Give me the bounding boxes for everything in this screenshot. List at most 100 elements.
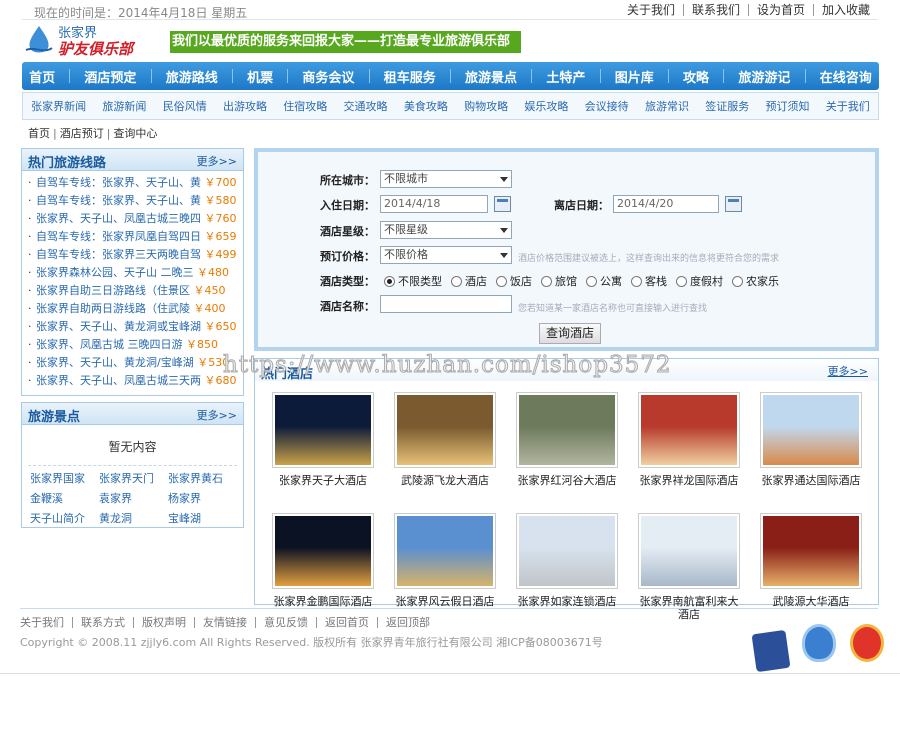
- type-option[interactable]: 饭店: [496, 273, 532, 289]
- route-item[interactable]: 张家界、天子山、黄龙洞/宝峰湖 ￥530: [28, 354, 243, 372]
- hotel-photo[interactable]: [760, 392, 862, 468]
- route-item[interactable]: 张家界自助两日游线路（住武陵 ￥400: [28, 300, 243, 318]
- sub-nav-item[interactable]: 关于我们: [826, 98, 870, 114]
- hotel-name[interactable]: 张家界通达国际酒店: [757, 474, 865, 500]
- main-nav-gallery[interactable]: 图片库: [615, 67, 654, 86]
- hotel-card[interactable]: 武陵源飞龙大酒店: [391, 392, 499, 500]
- city-select[interactable]: 不限城市: [380, 170, 512, 188]
- hotel-photo[interactable]: [272, 513, 374, 589]
- hotel-name-input[interactable]: [380, 295, 512, 313]
- hotel-card[interactable]: 张家界天子大酒店: [269, 392, 377, 500]
- route-item[interactable]: 张家界、凤凰古城 三晚四日游 ￥850: [28, 336, 243, 354]
- sub-nav-item[interactable]: 购物攻略: [464, 98, 508, 114]
- scenic-item[interactable]: 金鞭溪: [30, 490, 99, 507]
- main-nav-travelogue[interactable]: 旅游游记: [738, 67, 790, 86]
- hotel-photo[interactable]: [394, 513, 496, 589]
- scenic-item[interactable]: 杨家界: [168, 490, 237, 507]
- police-badge-icon[interactable]: [751, 629, 791, 673]
- type-option[interactable]: 旅馆: [541, 273, 577, 289]
- route-item[interactable]: 自驾车专线：张家界、天子山、黄 ￥580: [28, 192, 243, 210]
- sub-nav-item[interactable]: 会议接待: [585, 98, 629, 114]
- top-link-set-homepage[interactable]: 设为首页: [747, 4, 813, 16]
- hotel-photo[interactable]: [638, 513, 740, 589]
- hotel-name[interactable]: 张家界祥龙国际酒店: [635, 474, 743, 500]
- scenic-item[interactable]: 黄龙洞: [99, 510, 168, 527]
- sub-nav-item[interactable]: 旅游新闻: [102, 98, 146, 114]
- scenic-item[interactable]: 袁家界: [99, 490, 168, 507]
- route-item[interactable]: 自驾车专线：张家界、天子山、黄 ￥700: [28, 174, 243, 192]
- main-nav-consult[interactable]: 在线咨询: [820, 67, 872, 86]
- sub-nav-item[interactable]: 预订须知: [766, 98, 810, 114]
- hotel-photo[interactable]: [272, 392, 374, 468]
- sub-nav-item[interactable]: 旅游常识: [645, 98, 689, 114]
- main-nav-hotel[interactable]: 酒店预定: [84, 67, 136, 86]
- hotel-photo[interactable]: [516, 392, 618, 468]
- sub-nav-item[interactable]: 住宿攻略: [283, 98, 327, 114]
- main-nav-home[interactable]: 首页: [29, 67, 55, 86]
- footer-link[interactable]: 关于我们: [20, 617, 72, 628]
- type-option[interactable]: 不限类型: [384, 273, 442, 289]
- main-nav-meetings[interactable]: 商务会议: [302, 67, 354, 86]
- hot-routes-more-link[interactable]: 更多>>: [197, 153, 237, 169]
- hotel-card[interactable]: 张家界如家连锁酒店: [513, 513, 621, 621]
- main-nav-scenic[interactable]: 旅游景点: [465, 67, 517, 86]
- search-hotel-button[interactable]: 查询酒店: [539, 323, 601, 344]
- hotel-card[interactable]: 张家界祥龙国际酒店: [635, 392, 743, 500]
- hotel-name[interactable]: 张家界红河谷大酒店: [513, 474, 621, 500]
- route-item[interactable]: 张家界、天子山、凤凰古城三天两 ￥680: [28, 372, 243, 390]
- hotel-photo[interactable]: [638, 392, 740, 468]
- security-shield-icon[interactable]: [802, 624, 836, 662]
- scenic-item[interactable]: 宝峰湖: [168, 510, 237, 527]
- type-option[interactable]: 公寓: [586, 273, 622, 289]
- scenic-item[interactable]: 张家界国家: [30, 470, 99, 487]
- hotel-card[interactable]: 张家界金鹏国际酒店: [269, 513, 377, 621]
- route-item[interactable]: 自驾车专线：张家界凤凰自驾四日 ￥659: [28, 228, 243, 246]
- footer-link[interactable]: 返回顶部: [377, 617, 438, 628]
- hot-hotels-more-link[interactable]: 更多>>: [828, 363, 868, 379]
- site-logo[interactable]: 张家界 驴友俱乐部: [24, 22, 164, 60]
- top-link-contact[interactable]: 联系我们: [682, 4, 748, 16]
- type-option[interactable]: 度假村: [676, 273, 723, 289]
- main-nav-flights[interactable]: 机票: [247, 67, 273, 86]
- route-item[interactable]: 张家界、天子山、黄龙洞或宝峰湖 ￥650: [28, 318, 243, 336]
- route-item[interactable]: 自驾车专线：张家界三天两晚自驾 ￥499: [28, 246, 243, 264]
- sub-nav-item[interactable]: 娱乐攻略: [524, 98, 568, 114]
- scenic-item[interactable]: 张家界黄石: [168, 470, 237, 487]
- hotel-card[interactable]: 张家界红河谷大酒店: [513, 392, 621, 500]
- scenic-more-link[interactable]: 更多>>: [197, 407, 237, 423]
- top-link-bookmark[interactable]: 加入收藏: [812, 4, 878, 16]
- breadcrumb-home[interactable]: 首页: [28, 127, 50, 140]
- price-select[interactable]: 不限价格: [380, 246, 512, 264]
- sub-nav-item[interactable]: 出游攻略: [223, 98, 267, 114]
- route-item[interactable]: 张家界森林公园、天子山 二晚三 ￥480: [28, 264, 243, 282]
- footer-link[interactable]: 版权声明: [133, 617, 194, 628]
- top-link-about[interactable]: 关于我们: [619, 4, 683, 16]
- checkout-date-input[interactable]: 2014/4/20: [613, 195, 719, 213]
- type-option[interactable]: 客栈: [631, 273, 667, 289]
- scenic-item[interactable]: 张家界天门: [99, 470, 168, 487]
- main-nav-routes[interactable]: 旅游路线: [166, 67, 218, 86]
- hotel-card[interactable]: 张家界南航富利来大酒店: [635, 513, 743, 621]
- sub-nav-item[interactable]: 张家界新闻: [31, 98, 86, 114]
- checkin-date-input[interactable]: 2014/4/18: [380, 195, 488, 213]
- route-item[interactable]: 张家界自助三日游路线（住景区 ￥450: [28, 282, 243, 300]
- scenic-item[interactable]: 天子山简介: [30, 510, 99, 527]
- star-select[interactable]: 不限星级: [380, 221, 512, 239]
- hotel-card[interactable]: 张家界通达国际酒店: [757, 392, 865, 500]
- main-nav-guides[interactable]: 攻略: [683, 67, 709, 86]
- footer-link[interactable]: 意见反馈: [255, 617, 316, 628]
- business-license-icon[interactable]: [850, 624, 884, 662]
- hotel-photo[interactable]: [516, 513, 618, 589]
- hotel-photo[interactable]: [760, 513, 862, 589]
- sub-nav-item[interactable]: 民俗风情: [163, 98, 207, 114]
- hotel-card[interactable]: 张家界风云假日酒店: [391, 513, 499, 621]
- breadcrumb-hotel[interactable]: 酒店预订: [60, 127, 104, 140]
- sub-nav-item[interactable]: 签证服务: [705, 98, 749, 114]
- type-option[interactable]: 酒店: [451, 273, 487, 289]
- footer-link[interactable]: 联系方式: [72, 617, 133, 628]
- footer-link[interactable]: 友情链接: [194, 617, 255, 628]
- route-item[interactable]: 张家界、天子山、凤凰古城三晚四 ￥760: [28, 210, 243, 228]
- type-option[interactable]: 农家乐: [732, 273, 779, 289]
- sub-nav-item[interactable]: 交通攻略: [344, 98, 388, 114]
- hotel-card[interactable]: 武陵源大华酒店: [757, 513, 865, 621]
